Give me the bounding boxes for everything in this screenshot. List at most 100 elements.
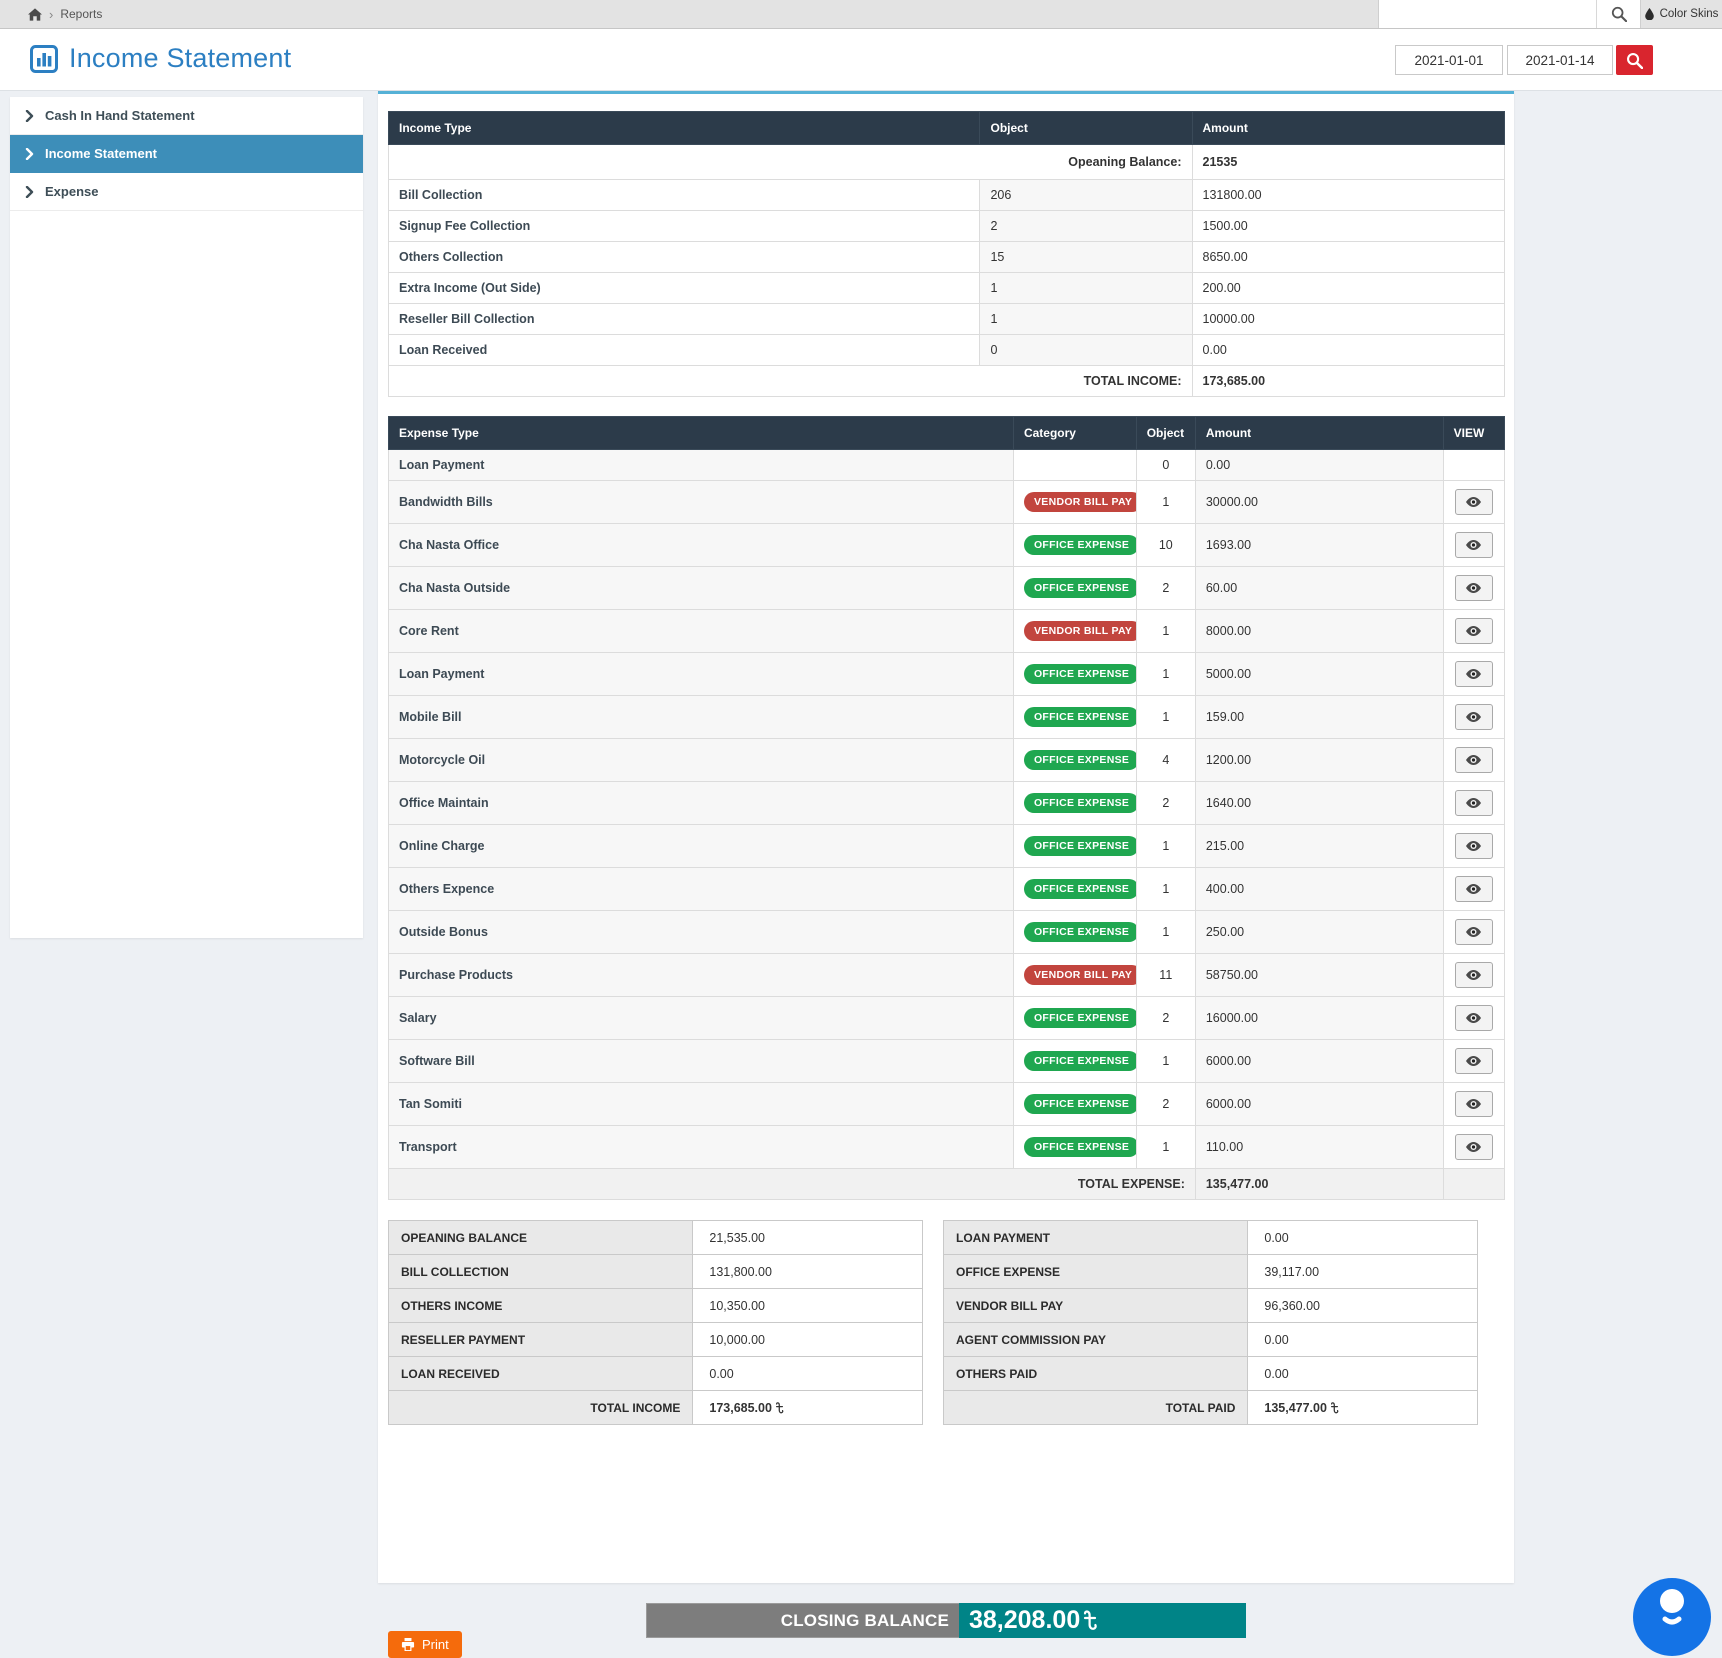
expense-row: Software BillOFFICE EXPENSE16000.00 [389, 1040, 1505, 1083]
object-cell: 1 [1136, 610, 1195, 653]
income-summary-table: OPEANING BALANCE21,535.00BILL COLLECTION… [388, 1220, 923, 1425]
expense-type-cell: Office Maintain [389, 782, 1014, 825]
summary-label: AGENT COMMISSION PAY [944, 1323, 1248, 1357]
category-cell [1013, 450, 1136, 481]
view-cell [1443, 868, 1504, 911]
income-row: Extra Income (Out Side)1200.00 [389, 273, 1505, 304]
object-cell: 1 [1136, 1040, 1195, 1083]
expense-summary-row: OFFICE EXPENSE39,117.00 [944, 1255, 1478, 1289]
col-category: Category [1013, 417, 1136, 450]
view-cell [1443, 450, 1504, 481]
income-row: Reseller Bill Collection110000.00 [389, 304, 1505, 335]
eye-icon [1466, 1099, 1481, 1109]
object-cell: 1 [980, 304, 1192, 335]
amount-cell: 6000.00 [1195, 1040, 1443, 1083]
income-table: Income Type Object Amount Opeaning Balan… [388, 111, 1505, 397]
opening-balance-label: Opeaning Balance: [389, 145, 1193, 180]
summary-value: 0.00 [1248, 1221, 1478, 1255]
expense-row: Purchase ProductsVENDOR BILL PAY1158750.… [389, 954, 1505, 997]
view-button[interactable] [1455, 618, 1493, 644]
home-icon[interactable] [28, 8, 42, 21]
chevron-right-icon [25, 186, 34, 198]
view-button[interactable] [1455, 1005, 1493, 1031]
view-button[interactable] [1455, 876, 1493, 902]
opening-balance-value: 21535 [1192, 145, 1504, 180]
sidebar-item-label: Cash In Hand Statement [45, 108, 195, 123]
breadcrumb: › Reports [28, 0, 102, 28]
color-skins-toggle[interactable]: Color Skins [1640, 0, 1722, 28]
expense-type-cell: Tan Somiti [389, 1083, 1014, 1126]
object-cell: 4 [1136, 739, 1195, 782]
date-from-input[interactable] [1395, 45, 1503, 75]
view-button[interactable] [1455, 1134, 1493, 1160]
object-cell: 2 [1136, 782, 1195, 825]
view-button[interactable] [1455, 704, 1493, 730]
topbar-search-button[interactable] [1596, 0, 1640, 28]
expense-table-header: Expense Type Category Object Amount VIEW [389, 417, 1505, 450]
expense-type-cell: Loan Payment [389, 653, 1014, 696]
date-to-input[interactable] [1507, 45, 1613, 75]
view-button[interactable] [1455, 1048, 1493, 1074]
sidebar-item-expense[interactable]: Expense [10, 173, 363, 211]
amount-cell: 200.00 [1192, 273, 1504, 304]
category-cell: OFFICE EXPENSE [1013, 524, 1136, 567]
category-badge: OFFICE EXPENSE [1024, 922, 1136, 942]
view-button[interactable] [1455, 661, 1493, 687]
expense-type-cell: Purchase Products [389, 954, 1014, 997]
expense-summary-row: VENDOR BILL PAY96,360.00 [944, 1289, 1478, 1323]
object-cell: 2 [1136, 1083, 1195, 1126]
view-cell [1443, 997, 1504, 1040]
view-cell [1443, 825, 1504, 868]
expense-summary-row: LOAN PAYMENT0.00 [944, 1221, 1478, 1255]
sidebar-item-income-statement[interactable]: Income Statement [10, 135, 363, 173]
print-button[interactable]: Print [388, 1631, 462, 1658]
breadcrumb-reports[interactable]: Reports [60, 7, 102, 21]
category-cell: OFFICE EXPENSE [1013, 1126, 1136, 1169]
eye-icon [1466, 970, 1481, 980]
expense-type-cell: Salary [389, 997, 1014, 1040]
income-row: Signup Fee Collection21500.00 [389, 211, 1505, 242]
category-badge: OFFICE EXPENSE [1024, 664, 1136, 684]
view-button[interactable] [1455, 962, 1493, 988]
category-cell: OFFICE EXPENSE [1013, 653, 1136, 696]
date-search-button[interactable] [1616, 45, 1653, 75]
search-input[interactable] [1379, 0, 1596, 28]
chat-widget-button[interactable] [1633, 1578, 1711, 1656]
expense-row: Office MaintainOFFICE EXPENSE21640.00 [389, 782, 1505, 825]
expense-row: TransportOFFICE EXPENSE1110.00 [389, 1126, 1505, 1169]
view-button[interactable] [1455, 1091, 1493, 1117]
col-object: Object [1136, 417, 1195, 450]
summary-value: 0.00 [1248, 1323, 1478, 1357]
view-button[interactable] [1455, 532, 1493, 558]
view-button[interactable] [1455, 833, 1493, 859]
summary-label: VENDOR BILL PAY [944, 1289, 1248, 1323]
expense-total-value: 135,477.00 [1195, 1169, 1443, 1200]
summary-label: LOAN PAYMENT [944, 1221, 1248, 1255]
summary-value: 21,535.00 [693, 1221, 923, 1255]
category-badge: VENDOR BILL PAY [1024, 492, 1136, 512]
income-summary-row: BILL COLLECTION131,800.00 [389, 1255, 923, 1289]
amount-cell: 1500.00 [1192, 211, 1504, 242]
amount-cell: 1640.00 [1195, 782, 1443, 825]
income-total-label: TOTAL INCOME: [389, 366, 1193, 397]
col-amount: Amount [1192, 112, 1504, 145]
eye-icon [1466, 669, 1481, 679]
view-button[interactable] [1455, 489, 1493, 515]
object-cell: 2 [1136, 567, 1195, 610]
view-button[interactable] [1455, 575, 1493, 601]
sidebar-item-cash-in-hand-statement[interactable]: Cash In Hand Statement [10, 97, 363, 135]
expense-type-cell: Bandwidth Bills [389, 481, 1014, 524]
category-badge: OFFICE EXPENSE [1024, 879, 1136, 899]
amount-cell: 215.00 [1195, 825, 1443, 868]
view-button[interactable] [1455, 919, 1493, 945]
income-total-row: TOTAL INCOME: 173,685.00 [389, 366, 1505, 397]
income-row: Bill Collection206131800.00 [389, 180, 1505, 211]
droplet-icon [1645, 8, 1654, 20]
view-button[interactable] [1455, 747, 1493, 773]
category-cell: OFFICE EXPENSE [1013, 1083, 1136, 1126]
view-button[interactable] [1455, 790, 1493, 816]
category-badge: OFFICE EXPENSE [1024, 578, 1136, 598]
eye-icon [1466, 755, 1481, 765]
eye-icon [1466, 1056, 1481, 1066]
object-cell: 10 [1136, 524, 1195, 567]
